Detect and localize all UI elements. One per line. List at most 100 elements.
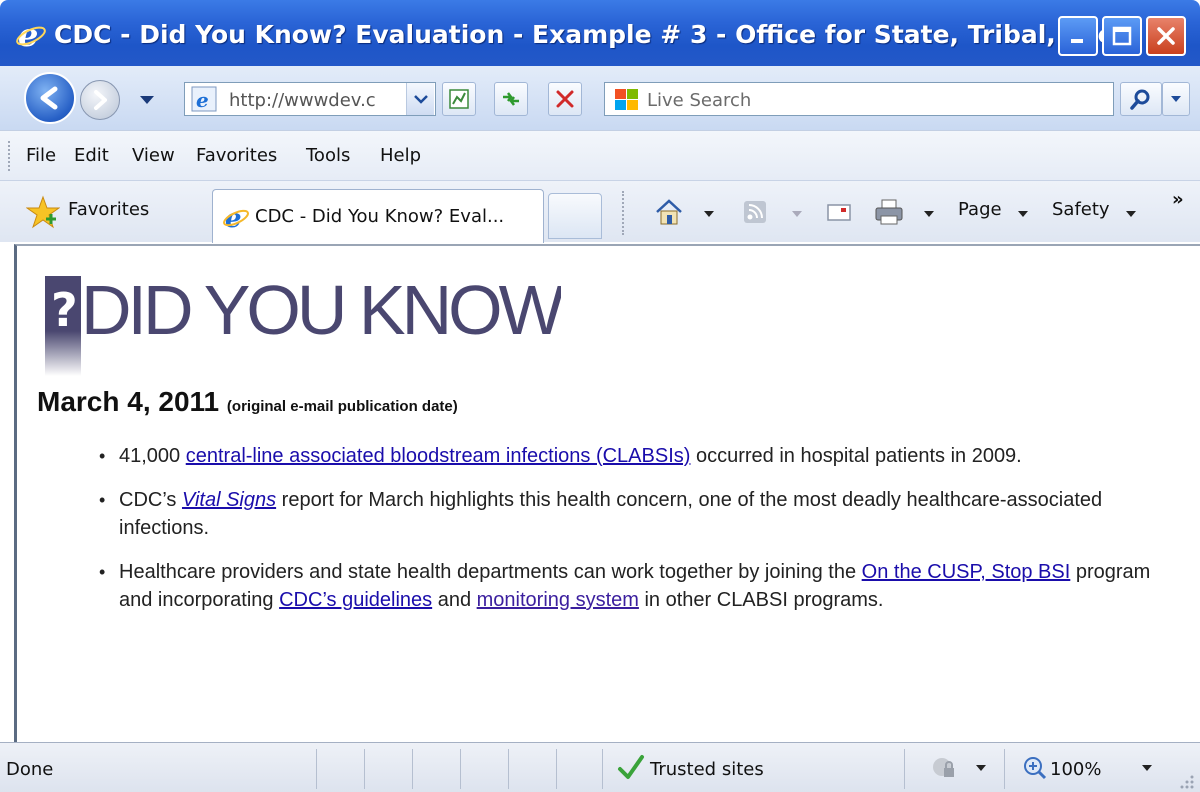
checkmark-icon — [618, 755, 644, 779]
list-item: Healthcare providers and state health de… — [95, 558, 1185, 614]
search-input[interactable]: Live Search — [604, 82, 1114, 116]
list-item: CDC’s Vital Signs report for March highl… — [95, 486, 1185, 542]
status-divider — [508, 749, 509, 789]
new-tab-button[interactable] — [548, 193, 602, 239]
list-item: 41,000 central-line associated bloodstre… — [95, 442, 1185, 470]
close-button[interactable] — [1146, 16, 1186, 56]
resize-grip-icon[interactable] — [1178, 773, 1196, 791]
windows-live-logo-icon — [615, 89, 638, 110]
window-title: CDC - Did You Know? Evaluation - Example… — [54, 20, 1176, 49]
address-bar[interactable]: e http://wwwdev.c — [184, 82, 436, 116]
search-icon — [1130, 89, 1150, 110]
navigation-bar: e http://wwwdev.c Live Search — [0, 66, 1200, 130]
close-icon — [1157, 27, 1175, 45]
tab-label: CDC - Did You Know? Eval... — [255, 206, 505, 227]
print-button[interactable] — [872, 195, 906, 229]
status-divider — [412, 749, 413, 789]
date-note: (original e-mail publication date) — [226, 398, 458, 415]
publication-date: March 4, 2011 (original e-mail publicati… — [37, 386, 458, 418]
menu-file[interactable]: File — [26, 145, 56, 166]
status-divider — [364, 749, 365, 789]
maximize-button[interactable] — [1102, 16, 1142, 56]
forward-button[interactable] — [80, 80, 120, 120]
maximize-icon — [1112, 26, 1132, 46]
svg-text:DID YOU KNOW: DID YOU KNOW — [81, 271, 561, 349]
address-text: http://wwwdev.c — [229, 90, 376, 111]
status-text: Done — [6, 759, 54, 780]
compatibility-icon — [449, 89, 469, 109]
home-button[interactable] — [652, 195, 686, 229]
vital-signs-link[interactable]: Vital Signs — [182, 489, 276, 511]
search-placeholder: Live Search — [647, 90, 752, 111]
page-menu-button[interactable]: Page — [958, 199, 1002, 220]
bullet-list: 41,000 central-line associated bloodstre… — [95, 442, 1185, 630]
protected-mode-dropdown-icon[interactable] — [976, 765, 986, 771]
page-icon: e — [191, 86, 217, 112]
cdc-guidelines-link[interactable]: CDC’s guidelines — [279, 589, 432, 611]
print-dropdown-icon[interactable] — [924, 211, 934, 217]
tab-bar: Favorites e CDC - Did You Know? Eval... … — [0, 180, 1200, 243]
minimize-icon — [1071, 39, 1083, 43]
status-divider — [602, 749, 603, 789]
minimize-button[interactable] — [1058, 16, 1098, 56]
printer-icon — [875, 199, 903, 225]
menu-tools[interactable]: Tools — [306, 145, 350, 166]
arrow-left-icon — [40, 86, 58, 110]
chevron-down-icon — [413, 95, 428, 104]
menu-edit[interactable]: Edit — [74, 145, 109, 166]
back-button[interactable] — [24, 72, 76, 124]
mail-icon — [827, 204, 851, 221]
stop-icon — [556, 90, 574, 108]
history-dropdown-icon[interactable] — [140, 96, 154, 104]
status-divider — [904, 749, 905, 789]
menu-help[interactable]: Help — [380, 145, 421, 166]
chevron-down-icon — [1171, 96, 1181, 102]
menu-bar: File Edit View Favorites Tools Help — [0, 130, 1200, 180]
compatibility-view-button[interactable] — [442, 82, 476, 116]
did-you-know-logo: ? DID YOU KNOW — [45, 271, 561, 376]
protected-mode-icon[interactable] — [930, 755, 960, 781]
home-icon — [656, 199, 682, 225]
date-text: March 4, 2011 — [37, 386, 220, 417]
search-options-button[interactable] — [1162, 82, 1190, 116]
on-the-cusp-link[interactable]: On the CUSP, Stop BSI — [862, 561, 1071, 583]
address-dropdown-button[interactable] — [406, 83, 434, 115]
favorites-button[interactable]: Favorites — [68, 199, 149, 220]
page-content: ? DID YOU KNOW March 4, 2011 (original e… — [14, 244, 1200, 742]
internet-explorer-icon: e — [16, 18, 46, 52]
refresh-button[interactable] — [494, 82, 528, 116]
toolbar-separator — [622, 191, 624, 235]
security-zone[interactable]: Trusted sites — [650, 759, 764, 780]
title-bar[interactable]: e CDC - Did You Know? Evaluation - Examp… — [0, 0, 1200, 76]
status-divider — [460, 749, 461, 789]
page-dropdown-icon[interactable] — [1018, 211, 1028, 217]
tab-cdc-did-you-know[interactable]: e CDC - Did You Know? Eval... — [212, 189, 544, 243]
refresh-icon — [503, 92, 519, 106]
favorites-star-icon[interactable] — [26, 195, 60, 229]
status-divider — [1004, 749, 1005, 789]
svg-text:e: e — [196, 88, 209, 112]
status-divider — [316, 749, 317, 789]
zoom-level[interactable]: 100% — [1050, 759, 1101, 780]
home-dropdown-icon[interactable] — [704, 211, 714, 217]
svg-text:?: ? — [51, 283, 78, 337]
status-divider — [556, 749, 557, 789]
safety-menu-button[interactable]: Safety — [1052, 199, 1110, 220]
feeds-dropdown-icon — [792, 211, 802, 217]
menu-favorites[interactable]: Favorites — [196, 145, 277, 166]
safety-dropdown-icon[interactable] — [1126, 211, 1136, 217]
zoom-dropdown-icon[interactable] — [1142, 765, 1152, 771]
read-mail-button[interactable] — [822, 195, 856, 229]
clabsi-link[interactable]: central-line associated bloodstream infe… — [186, 445, 691, 467]
monitoring-system-link[interactable]: monitoring system — [477, 589, 639, 611]
status-bar: Done Trusted sites 100% — [0, 742, 1200, 792]
search-button[interactable] — [1120, 82, 1162, 116]
arrow-right-icon — [94, 90, 107, 110]
zoom-icon[interactable] — [1022, 755, 1048, 781]
menu-view[interactable]: View — [132, 145, 175, 166]
toolbar-grip[interactable] — [8, 141, 11, 171]
rss-feed-icon — [744, 201, 766, 223]
feeds-button[interactable] — [738, 195, 772, 229]
stop-button[interactable] — [548, 82, 582, 116]
more-commands-button[interactable]: » — [1172, 189, 1184, 210]
